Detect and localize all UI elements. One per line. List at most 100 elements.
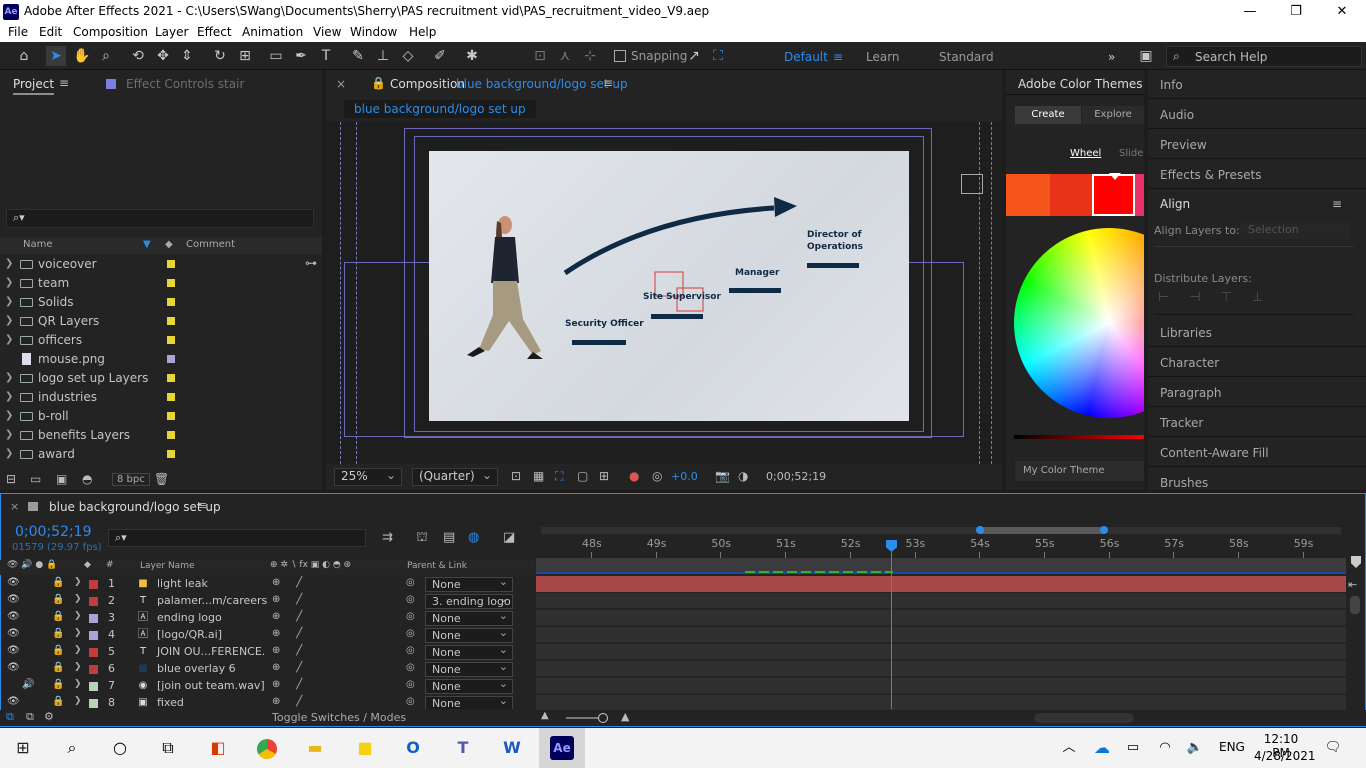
panel-tracker[interactable]: Tracker [1160, 416, 1203, 430]
panel-preview[interactable]: Preview [1160, 138, 1207, 152]
view-axis-icon[interactable]: ⊹ [580, 46, 600, 66]
menu-help[interactable]: Help [409, 25, 436, 39]
layer-search-input[interactable]: ⌕▾ [108, 529, 366, 547]
menu-composition[interactable]: Composition [73, 25, 148, 39]
type-tool-icon[interactable]: T [316, 46, 336, 66]
panel-audio[interactable]: Audio [1160, 108, 1194, 122]
sticky-notes-icon[interactable]: ■ [350, 734, 380, 762]
brightness-slider[interactable] [1014, 435, 1144, 439]
label-color-swatch[interactable] [167, 336, 175, 344]
menu-edit[interactable]: Edit [39, 25, 62, 39]
time-ruler[interactable]: 48s 49s 50s 51s 52s 53s 54s 55s 56s 57s 58s 59s [536, 536, 1346, 558]
project-item[interactable]: ❯ award [0, 445, 304, 464]
minimize-icon[interactable]: — [1227, 2, 1273, 22]
col-layer-name[interactable]: Layer Name [140, 561, 195, 571]
new-folder-icon[interactable]: ▭ [30, 472, 41, 486]
taskbar-after-effects-active[interactable]: Ae [539, 728, 585, 768]
comp-panel-menu-icon[interactable]: ≡ [603, 76, 613, 90]
restore-icon[interactable]: ❐ [1273, 2, 1319, 22]
notifications-icon[interactable]: 🗨 [1318, 734, 1348, 762]
show-hidden-icons-icon[interactable]: ︿ [1054, 734, 1084, 762]
sort-down-icon[interactable]: ▼ [143, 239, 151, 250]
color-wheel[interactable] [1014, 228, 1144, 418]
brush-tool-icon[interactable]: ✎ [348, 46, 368, 66]
label-color-swatch[interactable] [167, 374, 175, 382]
label-color-swatch[interactable] [167, 317, 175, 325]
label-color-swatch[interactable] [167, 260, 175, 268]
workspace-standard[interactable]: Standard [939, 50, 994, 64]
clock-date[interactable]: 4/28/2021 [1254, 749, 1316, 763]
tab-effect-controls[interactable]: Effect Controls stair [126, 77, 244, 91]
tab-composition-name[interactable]: blue background/logo set up [456, 77, 628, 91]
file-explorer-icon[interactable]: ▬ [300, 734, 330, 762]
project-scrollbar[interactable]: ⊶ [304, 256, 318, 446]
orbit-tool-icon[interactable]: ⟲ [128, 46, 148, 66]
language-indicator[interactable]: ENG [1219, 740, 1245, 754]
project-item[interactable]: ❯ voiceover [0, 255, 304, 274]
panel-brushes[interactable]: Brushes [1160, 476, 1208, 490]
color-swatch[interactable] [1092, 174, 1135, 216]
marker-icon[interactable]: ⇤ [1348, 578, 1357, 591]
adjust-settings-icon[interactable]: ◓ [82, 472, 92, 486]
menu-window[interactable]: Window [350, 25, 397, 39]
show-snapshot-icon[interactable]: ◑ [738, 469, 748, 483]
shy-layers-icon[interactable]: ▤ [443, 530, 455, 545]
interpret-footage-icon[interactable]: ⊟ [6, 472, 16, 486]
panel-effects-presets[interactable]: Effects & Presets [1160, 168, 1261, 182]
eraser-tool-icon[interactable]: ◇ [398, 46, 418, 66]
pen-tool-icon[interactable]: ✒ [291, 46, 311, 66]
layer-track[interactable] [536, 678, 1346, 694]
tab-create[interactable]: Create [1015, 106, 1081, 124]
selection-tool-icon[interactable]: ➤ [46, 46, 66, 66]
workspace-menu-icon[interactable]: ≡ [833, 50, 843, 64]
lock-icon[interactable]: 🔒 [371, 76, 386, 90]
expand-arrow-icon[interactable]: ❯ [5, 334, 13, 345]
project-item[interactable]: ❯ QR Layers [0, 312, 304, 331]
workspace-panel-icon[interactable]: ▣ [1136, 46, 1156, 66]
panel-character[interactable]: Character [1160, 356, 1219, 370]
layer-track[interactable] [536, 610, 1346, 626]
timeline-scrollbar[interactable] [1350, 596, 1360, 614]
dolly-tool-icon[interactable]: ⇕ [177, 46, 197, 66]
exposure-value[interactable]: +0.0 [671, 470, 698, 483]
col-parent[interactable]: Parent & Link [407, 561, 467, 571]
project-panel-menu-icon[interactable]: ≡ [59, 76, 69, 90]
work-area-end-handle[interactable] [1100, 526, 1108, 534]
project-search-input[interactable]: ⌕▾ [6, 209, 314, 228]
label-color-swatch[interactable] [167, 298, 175, 306]
current-time-display[interactable]: 0;00;52;19 [766, 470, 826, 483]
rectangle-tool-icon[interactable]: ▭ [266, 46, 286, 66]
puppet-tool-icon[interactable]: ✱ [462, 46, 482, 66]
expand-arrow-icon[interactable]: ❯ [5, 448, 13, 459]
zoom-tool-icon[interactable]: ⌕ [96, 46, 116, 66]
menu-file[interactable]: File [8, 25, 28, 39]
in-out-icon[interactable]: ⚙ [44, 710, 54, 723]
channel-icon[interactable]: ● [629, 469, 639, 483]
project-item[interactable]: ❯ team [0, 274, 304, 293]
panel-libraries[interactable]: Libraries [1160, 326, 1212, 340]
chrome-icon[interactable] [252, 734, 282, 762]
horizontal-scrollbar[interactable] [1034, 713, 1134, 723]
workspace-learn[interactable]: Learn [866, 50, 900, 64]
volume-icon[interactable]: 🔈 [1180, 734, 1210, 762]
frame-blending-icon[interactable]: ◍ [468, 530, 479, 545]
comp-mini-flowchart-icon[interactable]: ⇉ [382, 530, 393, 545]
close-tab-icon[interactable]: × [10, 500, 19, 513]
work-area-range[interactable] [980, 527, 1104, 534]
clone-stamp-tool-icon[interactable]: ⊥ [373, 46, 393, 66]
more-workspaces-icon[interactable]: » [1108, 50, 1115, 64]
timeline-current-time[interactable]: 0;00;52;19 [15, 524, 92, 540]
workspace-default[interactable]: Default [784, 50, 828, 64]
layer-track[interactable] [536, 644, 1346, 660]
mask-visibility-icon[interactable]: ⛶ [555, 469, 563, 484]
outlook-icon[interactable]: O [398, 734, 428, 762]
mode-wheel[interactable]: Wheel [1070, 148, 1101, 159]
menu-view[interactable]: View [313, 25, 341, 39]
project-item[interactable]: ❯ logo set up Layers [0, 369, 304, 388]
layer-track[interactable] [536, 593, 1346, 609]
work-area-bar[interactable] [541, 527, 1341, 534]
battery-icon[interactable]: ▭ [1118, 734, 1148, 762]
hand-tool-icon[interactable]: ✋ [72, 46, 92, 66]
local-axis-icon[interactable]: ⊡ [530, 46, 550, 66]
word-icon[interactable]: W [497, 734, 527, 762]
